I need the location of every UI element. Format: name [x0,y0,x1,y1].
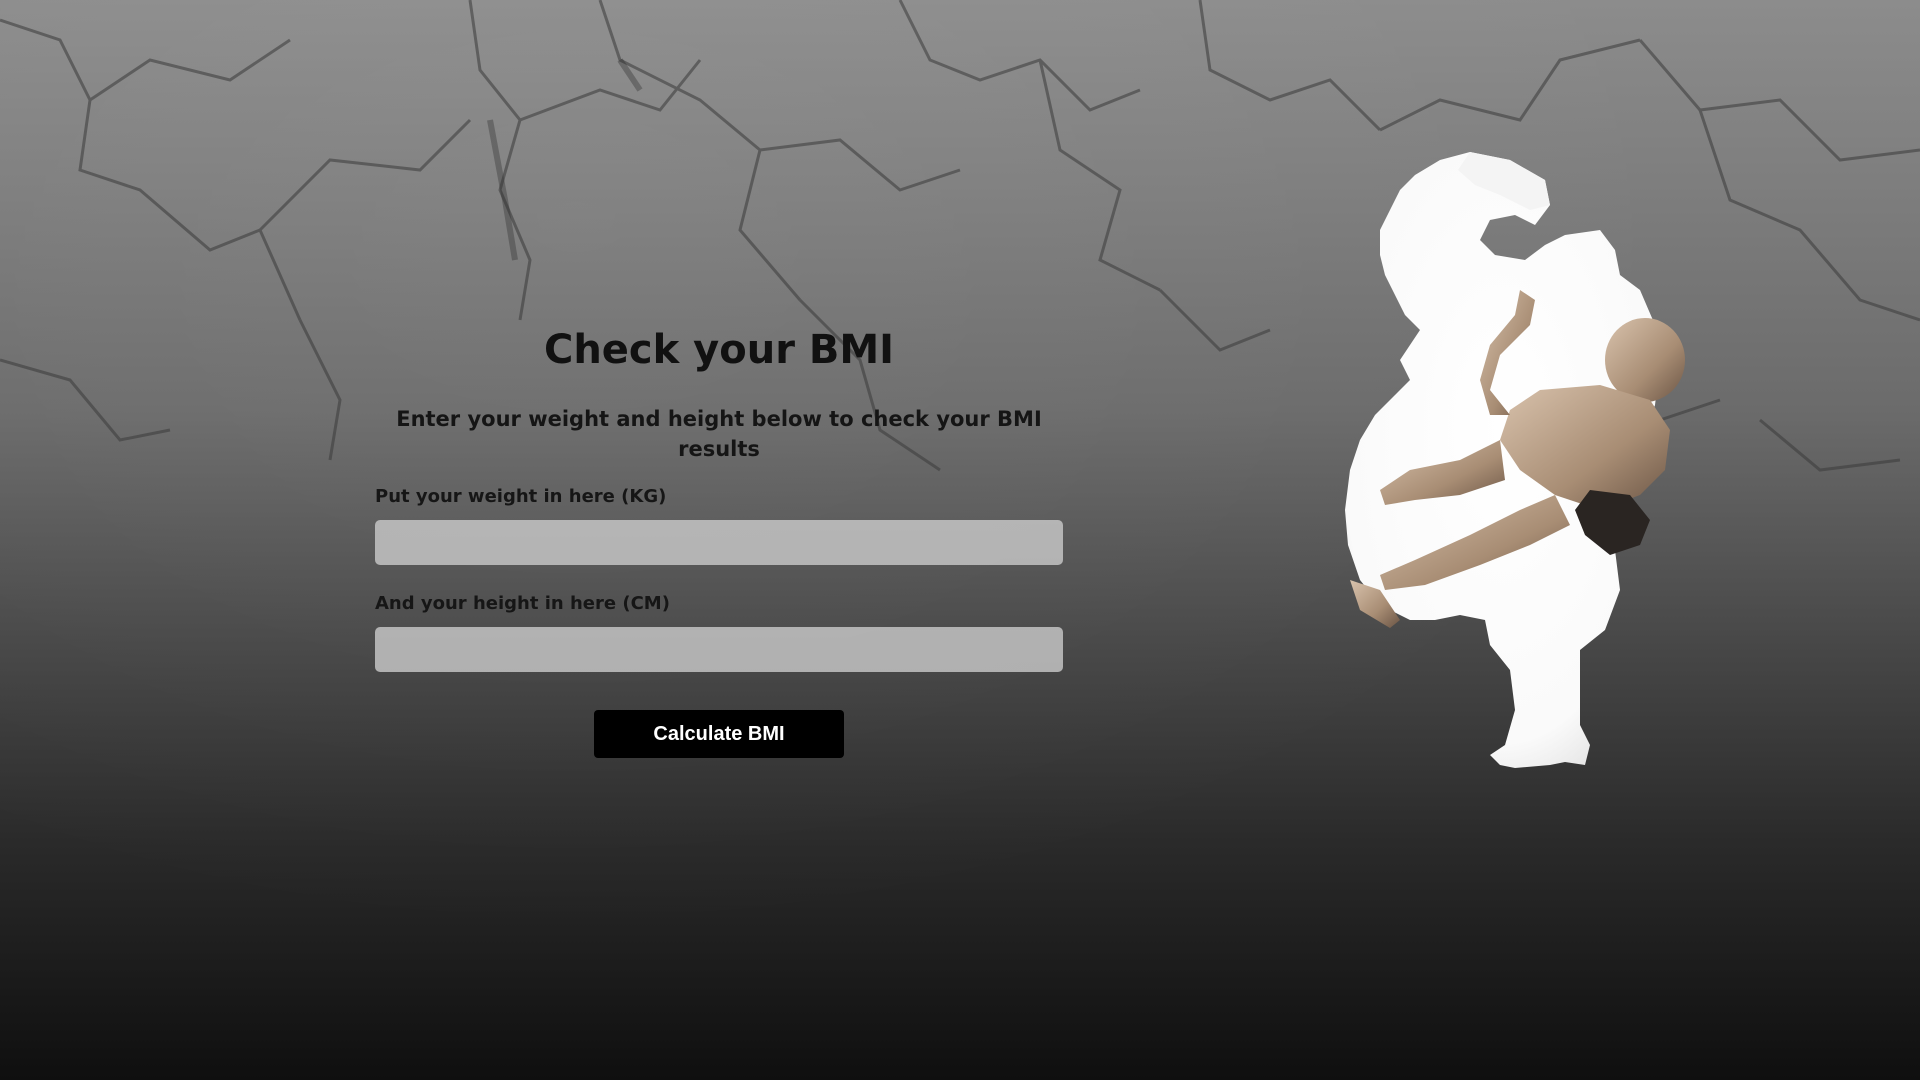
weight-label: Put your weight in here (KG) [375,486,667,507]
weight-input[interactable] [375,520,1063,565]
height-label: And your height in here (CM) [375,593,670,614]
calculate-bmi-button[interactable]: Calculate BMI [594,710,844,758]
athlete-silhouette-image [1345,152,1685,768]
page-title: Check your BMI [543,327,895,373]
height-input[interactable] [375,627,1063,672]
bmi-form: Check your BMI Enter your weight and hei… [375,320,1063,758]
page-subtitle: Enter your weight and height below to ch… [396,407,1042,461]
